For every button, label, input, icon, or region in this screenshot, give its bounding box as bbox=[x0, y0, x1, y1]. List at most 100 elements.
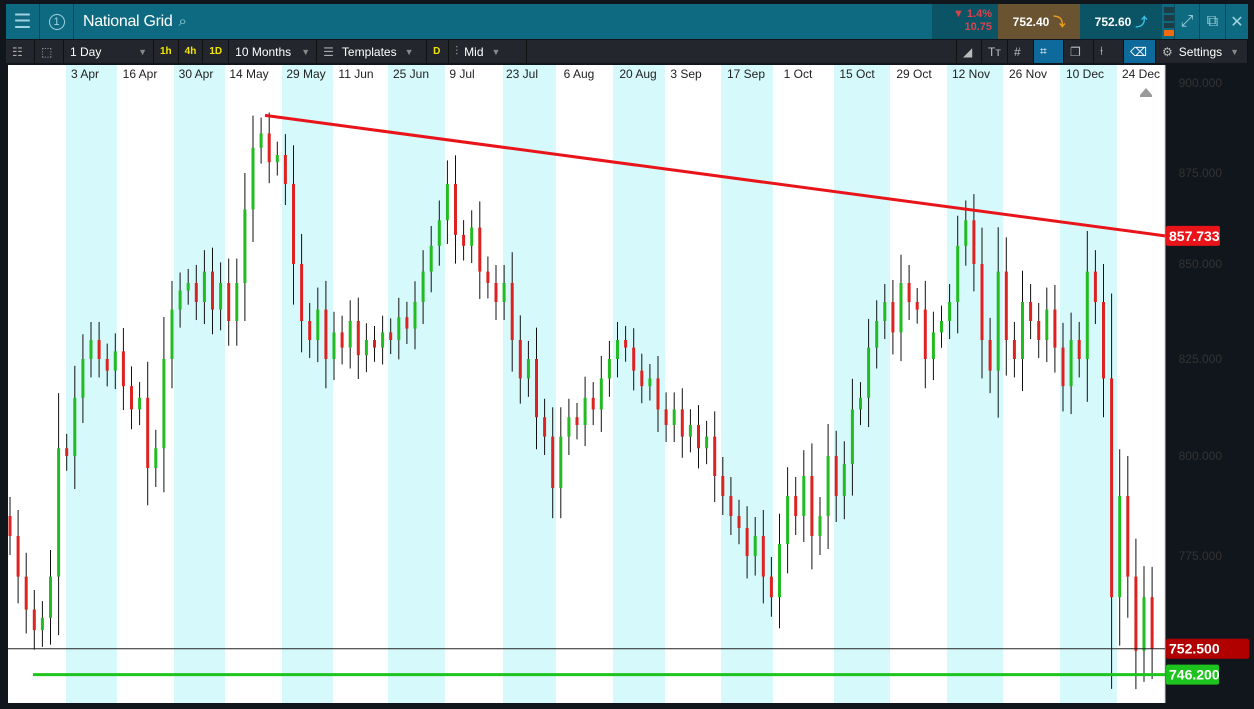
candle-body bbox=[931, 332, 935, 359]
candle-body bbox=[583, 397, 587, 425]
candle-body bbox=[680, 409, 684, 437]
candle-body bbox=[8, 516, 12, 536]
candle-body bbox=[146, 397, 150, 468]
candle-body bbox=[1021, 302, 1024, 359]
candle-body bbox=[389, 332, 393, 340]
candle-body bbox=[1118, 496, 1122, 598]
candle-body bbox=[543, 417, 547, 437]
date-label: 20 Aug bbox=[619, 67, 656, 81]
candle-body bbox=[972, 220, 976, 264]
candle-body bbox=[697, 424, 700, 449]
candle-body bbox=[721, 476, 725, 496]
price-tick: 800.000 bbox=[1179, 449, 1223, 463]
price-tick: 900.000 bbox=[1179, 76, 1223, 90]
candle-body bbox=[915, 302, 919, 310]
candle-body bbox=[202, 271, 206, 302]
candle-body bbox=[332, 332, 336, 359]
period-band bbox=[174, 65, 225, 703]
candle-body bbox=[923, 309, 927, 359]
date-label: 10 Dec bbox=[1066, 67, 1104, 81]
date-label: 11 Jun bbox=[338, 67, 373, 81]
candle-body bbox=[259, 133, 263, 148]
candle-body bbox=[227, 283, 231, 321]
period-band bbox=[282, 65, 333, 703]
candle-body bbox=[138, 397, 142, 410]
candle-body bbox=[235, 283, 239, 321]
date-label: 6 Aug bbox=[564, 67, 595, 81]
date-label: 24 Dec bbox=[1122, 67, 1160, 81]
candle-body bbox=[186, 283, 190, 291]
candle-body bbox=[794, 496, 798, 516]
candle-body bbox=[97, 340, 101, 359]
candle-body bbox=[607, 359, 611, 379]
candle-body bbox=[859, 397, 862, 410]
candle-body bbox=[1004, 271, 1008, 340]
candle-body bbox=[810, 476, 814, 536]
candle-body bbox=[599, 378, 603, 410]
last-price-label: 752.500 bbox=[1169, 641, 1220, 657]
candle-body bbox=[826, 456, 830, 516]
candle-body bbox=[429, 245, 433, 272]
candle-body bbox=[664, 409, 668, 425]
candle-body bbox=[292, 183, 295, 264]
candle-body bbox=[567, 417, 571, 437]
candle-body bbox=[1012, 340, 1016, 359]
candle-body bbox=[219, 283, 223, 310]
date-label: 15 Oct bbox=[839, 67, 875, 81]
candle-body bbox=[713, 436, 717, 476]
candle-body bbox=[49, 576, 52, 618]
date-label: 9 Jul bbox=[449, 67, 474, 81]
candle-body bbox=[1045, 309, 1049, 340]
candle-body bbox=[672, 409, 676, 425]
candle-body bbox=[632, 347, 636, 371]
candle-body bbox=[1134, 576, 1138, 651]
candle-body bbox=[316, 309, 320, 340]
candle-body bbox=[510, 283, 514, 340]
candle-body bbox=[445, 183, 449, 221]
candle-body bbox=[348, 321, 352, 348]
candle-body bbox=[300, 264, 304, 321]
date-label: 29 Oct bbox=[896, 67, 932, 81]
candle-body bbox=[154, 448, 158, 468]
candle-body bbox=[818, 516, 822, 536]
candle-body bbox=[1061, 347, 1065, 387]
candle-body bbox=[551, 436, 555, 488]
candle-body bbox=[769, 576, 773, 598]
period-band bbox=[503, 65, 556, 703]
candle-body bbox=[964, 220, 968, 246]
candle-body bbox=[381, 332, 385, 348]
candle-body bbox=[729, 496, 733, 516]
date-label: 26 Nov bbox=[1009, 67, 1047, 81]
candle-body bbox=[745, 528, 749, 556]
candle-body bbox=[761, 536, 765, 577]
candle-body bbox=[1053, 309, 1057, 348]
candle-body bbox=[948, 302, 952, 321]
candle-body bbox=[899, 283, 903, 333]
candle-body bbox=[454, 183, 457, 235]
candle-body bbox=[405, 317, 409, 329]
candle-body bbox=[81, 359, 85, 398]
candle-body bbox=[1126, 496, 1130, 577]
candle-body bbox=[535, 359, 538, 418]
date-label: 3 Apr bbox=[71, 67, 99, 81]
candle-body bbox=[753, 536, 757, 556]
candle-body bbox=[891, 302, 895, 333]
candle-body bbox=[57, 448, 61, 577]
candle-body bbox=[340, 332, 344, 348]
candle-body bbox=[211, 271, 214, 310]
candle-body bbox=[65, 448, 69, 456]
candle-body bbox=[24, 576, 28, 610]
candle-body bbox=[40, 617, 44, 631]
candle-body bbox=[275, 155, 279, 163]
date-label: 14 May bbox=[229, 67, 268, 81]
date-label: 17 Sep bbox=[727, 67, 765, 81]
candle-body bbox=[170, 309, 174, 359]
candle-body bbox=[89, 340, 93, 359]
candle-body bbox=[956, 245, 960, 302]
candle-body bbox=[883, 302, 887, 321]
candle-body bbox=[559, 436, 563, 488]
candle-body bbox=[421, 271, 425, 302]
candle-body bbox=[518, 340, 522, 379]
period-band bbox=[1060, 65, 1117, 703]
price-chart[interactable]: 3 Apr 16 Apr 30 Apr 14 May 29 May 11 Jun 25 Ju… bbox=[0, 0, 1254, 709]
